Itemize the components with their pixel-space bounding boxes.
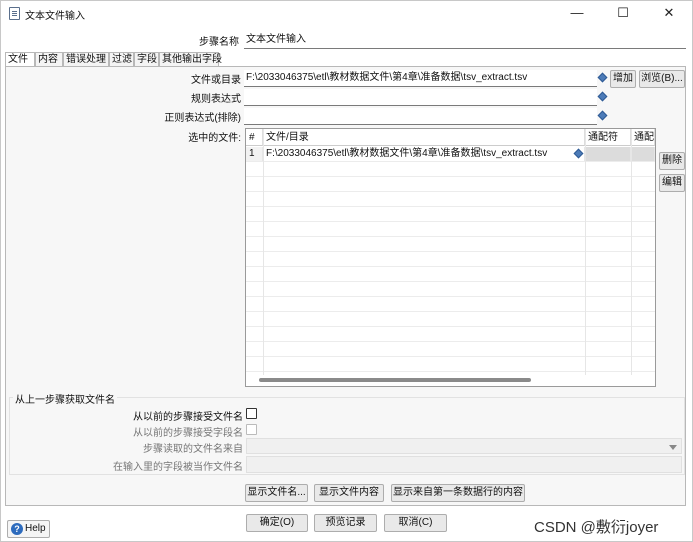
table-row-divider [246,176,655,177]
tab-other-output-fields[interactable]: 其他输出字段 [159,52,222,66]
wildcard2-cell[interactable] [631,147,655,161]
regex-label: 规则表达式 [191,94,241,105]
column-divider [631,129,632,375]
file-or-dir-label: 文件或目录 [191,75,241,86]
close-button[interactable]: ✕ [646,1,692,27]
column-header-number[interactable]: # [246,129,263,146]
column-divider [263,129,264,375]
step-name-label: 步骤名称 [199,37,239,48]
column-header-path[interactable]: 文件/目录 [263,129,585,146]
column-divider [585,129,586,375]
maximize-button[interactable]: ☐ [600,1,646,27]
show-first-row-content-button[interactable]: 显示来自第一条数据行的内容 [391,484,525,502]
dialog-window: 文本文件输入 — ☐ ✕ 步骤名称 文本文件输入 文件 内容 错误处理 过滤 字… [0,0,693,542]
accept-fields-label: 从以前的步骤接受字段名 [133,428,243,439]
table-row-divider [246,266,655,267]
cancel-button[interactable]: 取消(C) [384,514,447,532]
add-button[interactable]: 增加 [610,70,636,88]
field-as-filename-input[interactable] [246,456,682,473]
edit-button[interactable]: 编辑 [659,174,685,192]
table-row-divider [246,221,655,222]
title-bar: 文本文件输入 — ☐ ✕ [1,1,692,27]
tab-filter[interactable]: 过滤 [109,52,134,66]
table-row-divider [246,281,655,282]
table-row-divider [246,341,655,342]
table-row-divider [246,326,655,327]
scrollbar-thumb[interactable] [259,378,531,382]
help-label: Help [25,523,46,534]
path-cell[interactable]: F:\2033046375\etl\教材数据文件\第4章\准备数据\tsv_ex… [263,147,585,161]
show-filenames-button[interactable]: 显示文件名... [245,484,308,502]
window-title: 文本文件输入 [25,11,85,22]
tab-error-handling[interactable]: 错误处理 [63,52,109,66]
help-button[interactable]: ? Help [7,520,50,538]
table-row-divider [246,311,655,312]
read-from-label: 步骤读取的文件名来自 [143,444,243,455]
accept-filenames-label: 从以前的步骤接受文件名 [133,412,243,423]
minimize-button[interactable]: — [554,1,600,27]
tab-fields[interactable]: 字段 [134,52,159,66]
table-row-divider [246,356,655,357]
help-icon: ? [11,523,23,535]
step-name-input[interactable]: 文本文件输入 [244,32,686,49]
preview-button[interactable]: 预览记录 [314,514,377,532]
column-header-wildcard-2[interactable]: 通配 [631,129,655,146]
table-row-divider [246,296,655,297]
show-file-content-button[interactable]: 显示文件内容 [314,484,384,502]
file-or-dir-input[interactable]: F:\2033046375\etl\教材数据文件\第4章\准备数据\tsv_ex… [244,70,597,87]
horizontal-scrollbar[interactable] [247,375,654,385]
column-header-wildcard[interactable]: 通配符 [585,129,631,146]
field-as-filename-label: 在输入里的字段被当作文件名 [113,462,243,473]
table-row-divider [246,371,655,372]
chevron-down-icon [669,445,677,450]
watermark-text: CSDN @敷衍joyer [534,519,659,536]
regex-input[interactable] [244,89,597,106]
wildcard-cell[interactable] [585,147,631,161]
delete-button[interactable]: 删除 [659,152,685,170]
selected-files-table: # 文件/目录 通配符 通配 1 F:\2033046375\etl\教材数据文… [245,128,656,387]
table-row-divider [246,191,655,192]
accept-filenames-checkbox[interactable] [246,408,257,419]
tab-content[interactable]: 内容 [35,52,63,66]
accept-fields-checkbox[interactable] [246,424,257,435]
selected-files-label: 选中的文件: [188,133,241,144]
table-row-divider [246,206,655,207]
exclude-regex-input[interactable] [244,108,597,125]
table-row-divider [246,236,655,237]
read-from-select[interactable] [246,438,682,454]
row-number-cell: 1 [246,147,263,161]
exclude-regex-label: 正则表达式(排除) [164,113,241,124]
document-icon [9,7,20,20]
table-row-divider [246,251,655,252]
tab-file[interactable]: 文件 [5,52,35,67]
ok-button[interactable]: 确定(O) [246,514,308,532]
prev-step-group-title: 从上一步骤获取文件名 [13,391,117,406]
browse-button[interactable]: 浏览(B)... [639,70,685,88]
table-row-divider [246,161,655,162]
